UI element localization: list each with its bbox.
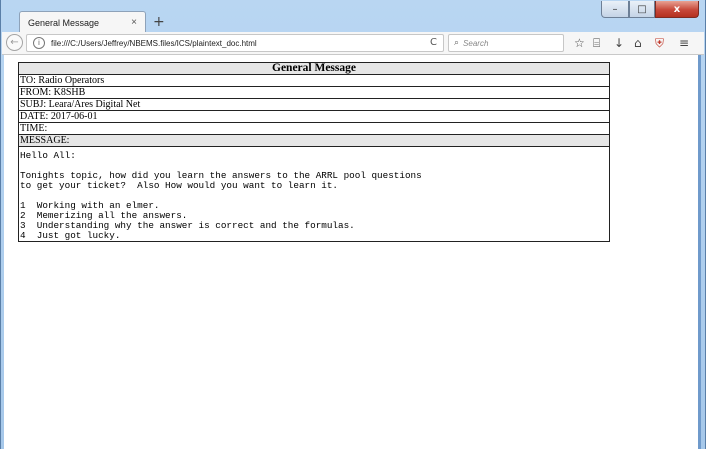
message-label: MESSAGE: [18,134,610,147]
navigation-toolbar: ← i file:///C:/Users/Jeffrey/NBEMS.files… [2,32,704,55]
close-window-button[interactable]: x [655,1,699,18]
window-controls: – □ x [601,1,699,18]
home-icon[interactable]: ⌂ [634,36,642,50]
tab-title: General Message [28,17,100,28]
new-tab-button[interactable]: + [153,14,165,30]
url-bar[interactable]: i file:///C:/Users/Jeffrey/NBEMS.files/I… [26,34,444,52]
date-field: DATE: 2017-06-01 [18,110,610,123]
tab-general-message[interactable]: General Message × [19,11,146,33]
form-title: General Message [18,62,610,75]
from-field: FROM: K8SHB [18,86,610,99]
minimize-button[interactable]: – [601,1,629,18]
message-body-cell: Hello All: Tonights topic, how did you l… [18,146,610,242]
search-placeholder: Search [463,38,489,48]
star-icon[interactable]: ☆ [574,36,585,50]
clipboard-icon[interactable]: ⌸ [593,36,600,50]
back-button[interactable]: ← [6,34,23,51]
subject-field: SUBJ: Leara/Ares Digital Net [18,98,610,111]
search-input[interactable]: ⌕ Search [448,34,564,52]
browser-window: – □ x General Message × + ← i file:///C:… [0,0,706,449]
download-icon[interactable]: ↓ [614,36,624,50]
general-message-form: General Message TO: Radio Operators FROM… [18,62,610,242]
search-icon: ⌕ [454,38,460,48]
shield-icon[interactable]: ⛨ [655,36,664,50]
info-icon[interactable]: i [33,37,45,49]
window-edge [698,55,701,449]
page-content: General Message TO: Radio Operators FROM… [4,55,701,449]
tab-close-icon[interactable]: × [131,17,137,28]
menu-icon[interactable]: ≡ [679,36,689,50]
message-body: Hello All: Tonights topic, how did you l… [20,150,422,241]
reload-icon[interactable]: C [430,37,437,48]
maximize-button[interactable]: □ [629,1,655,18]
to-field: TO: Radio Operators [18,74,610,87]
time-field: TIME: [18,122,610,135]
url-text: file:///C:/Users/Jeffrey/NBEMS.files/ICS… [51,38,257,48]
